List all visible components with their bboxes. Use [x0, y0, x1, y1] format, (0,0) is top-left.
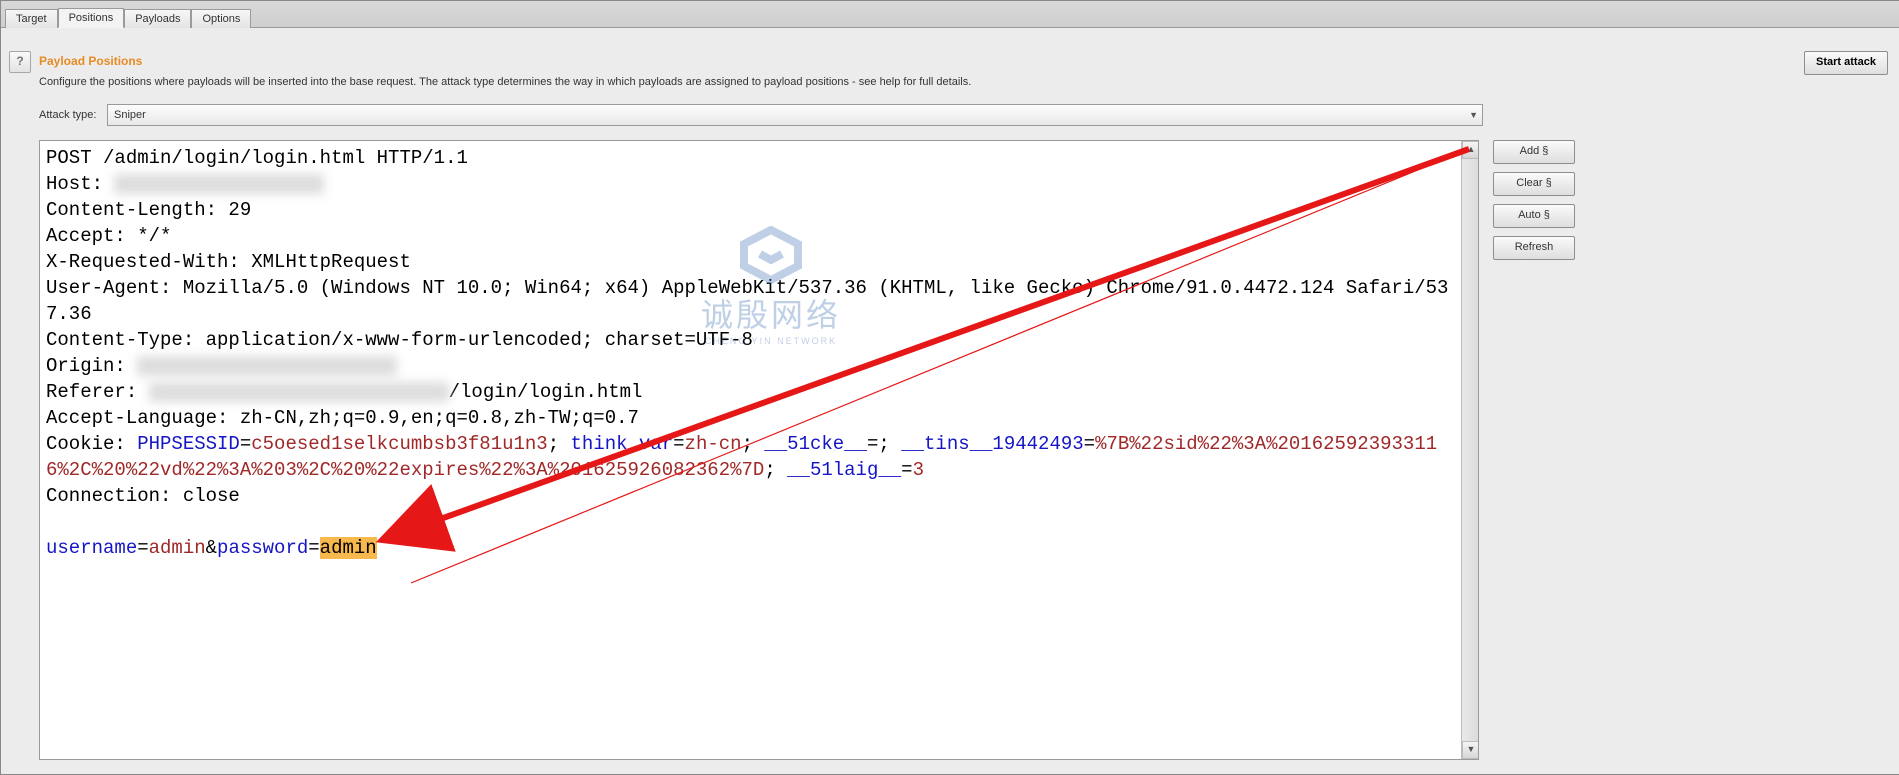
req-referer-label: Referer: [46, 381, 149, 403]
tab-target-label: Target [16, 13, 47, 25]
position-buttons: Add § Clear § Auto § Refresh [1493, 140, 1575, 760]
auto-position-button[interactable]: Auto § [1493, 204, 1575, 228]
add-position-label: Add § [1520, 145, 1549, 157]
tab-payloads[interactable]: Payloads [124, 9, 191, 28]
req-origin-label: Origin: [46, 355, 137, 377]
tab-options[interactable]: Options [191, 9, 251, 28]
attack-type-value: Sniper [114, 109, 146, 121]
request-scrollbar[interactable]: ▲ ▼ [1461, 141, 1478, 759]
add-position-button[interactable]: Add § [1493, 140, 1575, 164]
redacted-origin [137, 356, 397, 376]
req-accept: Accept: */* [46, 225, 171, 247]
cookie3-name: __51cke__ [764, 433, 867, 455]
chevron-down-icon: ▼ [1469, 110, 1478, 120]
request-text: POST /admin/login/login.html HTTP/1.1 Ho… [40, 141, 1462, 759]
attack-type-row: Attack type: Sniper ▼ [39, 104, 1890, 126]
body-username-key: username [46, 537, 137, 559]
tab-positions-label: Positions [69, 12, 114, 24]
cookie5-value: 3 [913, 459, 924, 481]
scroll-down-icon[interactable]: ▼ [1462, 741, 1479, 759]
req-ua: User-Agent: Mozilla/5.0 (Windows NT 10.0… [46, 277, 1448, 325]
attack-type-label: Attack type: [39, 109, 107, 121]
body-amp: & [206, 537, 217, 559]
tab-positions[interactable]: Positions [58, 8, 125, 28]
section-title: Payload Positions [39, 54, 1890, 68]
request-editor[interactable]: POST /admin/login/login.html HTTP/1.1 Ho… [39, 140, 1479, 760]
refresh-button[interactable]: Refresh [1493, 236, 1575, 260]
cookie5-name: __51laig__ [787, 459, 901, 481]
req-connection: Connection: close [46, 485, 240, 507]
req-ctype: Content-Type: application/x-www-form-url… [46, 329, 753, 351]
body-username-val: admin [149, 537, 206, 559]
req-cookie-label: Cookie: [46, 433, 137, 455]
tab-options-label: Options [202, 13, 240, 25]
cookie2-name: think_var [571, 433, 674, 455]
req-referer-path: /login/login.html [449, 381, 643, 403]
tab-target[interactable]: Target [5, 9, 58, 28]
req-accept-language: Accept-Language: zh-CN,zh;q=0.9,en;q=0.8… [46, 407, 639, 429]
req-xrw: X-Requested-With: XMLHttpRequest [46, 251, 411, 273]
req-content-length: Content-Length: 29 [46, 199, 251, 221]
cookie1-name: PHPSESSID [137, 433, 240, 455]
refresh-label: Refresh [1515, 241, 1554, 253]
cookie4-name: __tins__19442493 [901, 433, 1083, 455]
attack-type-select[interactable]: Sniper ▼ [107, 104, 1483, 126]
tab-bar: Target Positions Payloads Options [1, 1, 1899, 28]
section-description: Configure the positions where payloads w… [39, 76, 1890, 88]
req-line-post: POST /admin/login/login.html HTTP/1.1 [46, 147, 468, 169]
tab-payloads-label: Payloads [135, 13, 180, 25]
clear-position-label: Clear § [1516, 177, 1551, 189]
cookie1-value: c5oesed1selkcumbsb3f81u1n3 [251, 433, 547, 455]
redacted-host [114, 174, 324, 194]
clear-position-button[interactable]: Clear § [1493, 172, 1575, 196]
body-password-key: password [217, 537, 308, 559]
payload-position-token[interactable]: admin [320, 537, 377, 559]
positions-panel: Payload Positions Configure the position… [1, 28, 1899, 770]
req-host-label: Host: [46, 173, 114, 195]
redacted-referer [149, 382, 449, 402]
auto-position-label: Auto § [1518, 209, 1550, 221]
cookie2-value: zh-cn [685, 433, 742, 455]
scroll-up-icon[interactable]: ▲ [1462, 141, 1479, 159]
